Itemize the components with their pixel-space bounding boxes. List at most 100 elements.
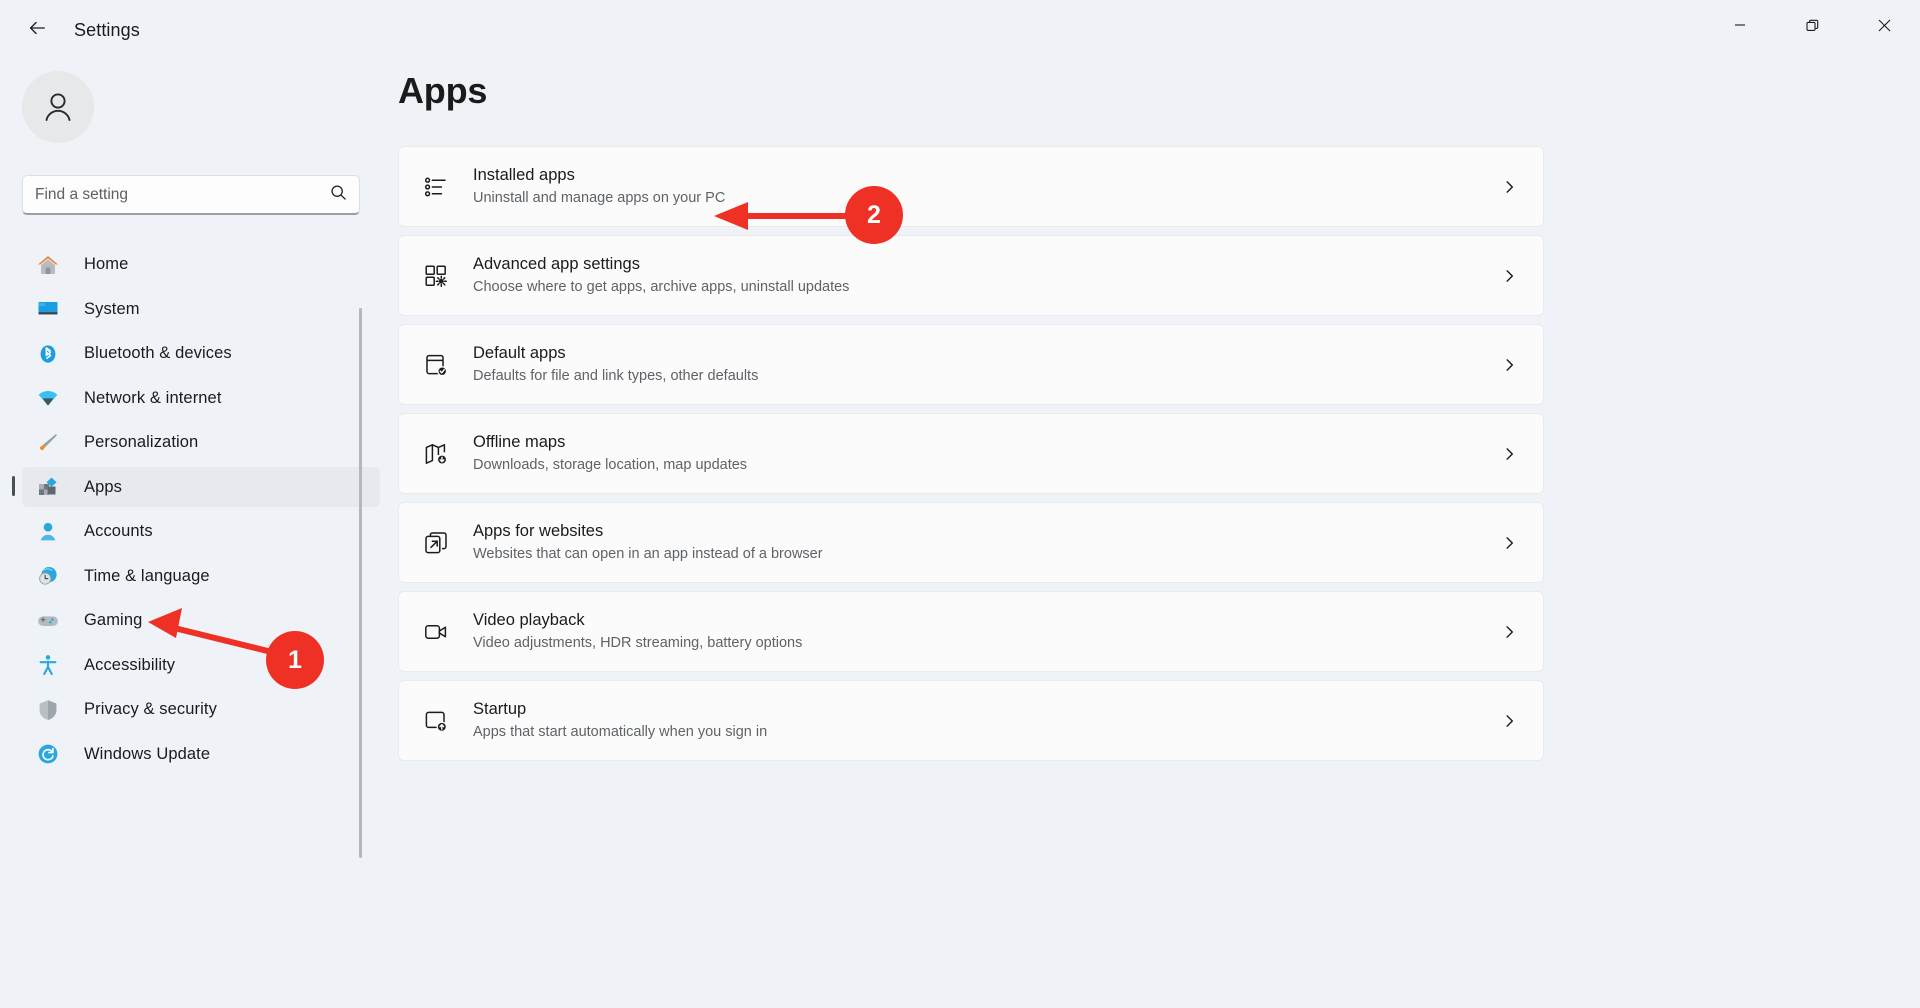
card-text: Advanced app settings Choose where to ge…	[473, 253, 849, 297]
window-check-icon	[421, 350, 451, 380]
card-title: Default apps	[473, 342, 758, 364]
minimize-icon	[1734, 19, 1746, 31]
sidebar-item-label: Windows Update	[84, 745, 210, 764]
sidebar-item-label: Gaming	[84, 611, 142, 630]
sidebar-item-label: Privacy & security	[84, 700, 217, 719]
bluetooth-icon	[34, 340, 62, 368]
sidebar-scrollbar[interactable]	[359, 308, 362, 858]
gamepad-icon	[34, 607, 62, 635]
sidebar: Home System	[0, 60, 398, 1008]
sidebar-item-home[interactable]: Home	[22, 245, 380, 285]
minimize-button[interactable]	[1704, 0, 1776, 50]
chevron-right-icon	[1502, 624, 1517, 639]
window-title: Settings	[74, 20, 140, 41]
card-text: Apps for websites Websites that can open…	[473, 520, 823, 564]
sidebar-item-apps[interactable]: Apps	[22, 467, 380, 507]
sidebar-item-accessibility[interactable]: Accessibility	[22, 645, 380, 685]
sidebar-item-system[interactable]: System	[22, 289, 380, 329]
sidebar-item-bluetooth-devices[interactable]: Bluetooth & devices	[22, 334, 380, 374]
window-controls	[1704, 0, 1920, 50]
card-subtitle: Choose where to get apps, archive apps, …	[473, 277, 849, 298]
sidebar-item-privacy-security[interactable]: Privacy & security	[22, 690, 380, 730]
app-gear-icon	[421, 261, 451, 291]
card-subtitle: Defaults for file and link types, other …	[473, 366, 758, 387]
card-title: Advanced app settings	[473, 253, 849, 275]
paintbrush-icon	[34, 429, 62, 457]
user-avatar-icon	[39, 88, 77, 126]
clock-globe-icon	[34, 562, 62, 590]
card-title: Startup	[473, 698, 767, 720]
search-input[interactable]	[35, 186, 330, 204]
card-apps-for-websites[interactable]: Apps for websites Websites that can open…	[398, 502, 1544, 583]
card-title: Installed apps	[473, 164, 725, 186]
close-button[interactable]	[1848, 0, 1920, 50]
chevron-right-icon	[1502, 357, 1517, 372]
sidebar-item-label: Network & internet	[84, 389, 222, 408]
card-text: Startup Apps that start automatically wh…	[473, 698, 767, 742]
card-advanced-app-settings[interactable]: Advanced app settings Choose where to ge…	[398, 235, 1544, 316]
avatar[interactable]	[22, 71, 94, 143]
card-subtitle: Video adjustments, HDR streaming, batter…	[473, 633, 802, 654]
map-download-icon	[421, 439, 451, 469]
sidebar-nav: Home System	[0, 240, 398, 1008]
chevron-right-icon	[1502, 268, 1517, 283]
chevron-right-icon	[1502, 179, 1517, 194]
search-icon	[330, 184, 347, 206]
external-link-icon	[421, 528, 451, 558]
annotation-badge-2: 2	[845, 186, 903, 244]
sidebar-item-label: System	[84, 300, 140, 319]
settings-window: Settings	[0, 0, 1920, 1008]
card-text: Video playback Video adjustments, HDR st…	[473, 609, 802, 653]
annotation-badge-1: 1	[266, 631, 324, 689]
card-text: Installed apps Uninstall and manage apps…	[473, 164, 725, 208]
page-title: Apps	[398, 70, 487, 112]
card-video-playback[interactable]: Video playback Video adjustments, HDR st…	[398, 591, 1544, 672]
settings-card-list: Installed apps Uninstall and manage apps…	[398, 146, 1548, 769]
chevron-right-icon	[1502, 713, 1517, 728]
sidebar-item-label: Home	[84, 255, 128, 274]
back-button[interactable]	[14, 10, 60, 50]
home-icon	[34, 251, 62, 279]
sidebar-item-label: Accessibility	[84, 656, 175, 675]
restore-icon	[1806, 19, 1819, 32]
card-default-apps[interactable]: Default apps Defaults for file and link …	[398, 324, 1544, 405]
sidebar-item-accounts[interactable]: Accounts	[22, 512, 380, 552]
card-title: Video playback	[473, 609, 802, 631]
sidebar-item-label: Accounts	[84, 522, 153, 541]
sidebar-item-label: Apps	[84, 478, 122, 497]
card-text: Offline maps Downloads, storage location…	[473, 431, 747, 475]
card-title: Offline maps	[473, 431, 747, 453]
main-content: Apps Installed apps Uninstall and manage…	[398, 60, 1920, 1008]
card-startup[interactable]: Startup Apps that start automatically wh…	[398, 680, 1544, 761]
shield-icon	[34, 696, 62, 724]
card-subtitle: Websites that can open in an app instead…	[473, 544, 823, 565]
sidebar-item-personalization[interactable]: Personalization	[22, 423, 380, 463]
sidebar-item-label: Bluetooth & devices	[84, 344, 232, 363]
sidebar-item-network-internet[interactable]: Network & internet	[22, 378, 380, 418]
chevron-right-icon	[1502, 535, 1517, 550]
card-subtitle: Uninstall and manage apps on your PC	[473, 188, 725, 209]
card-installed-apps[interactable]: Installed apps Uninstall and manage apps…	[398, 146, 1544, 227]
card-offline-maps[interactable]: Offline maps Downloads, storage location…	[398, 413, 1544, 494]
sidebar-item-label: Personalization	[84, 433, 198, 452]
title-bar: Settings	[0, 0, 1920, 60]
card-title: Apps for websites	[473, 520, 823, 542]
restore-button[interactable]	[1776, 0, 1848, 50]
bulleted-list-icon	[421, 172, 451, 202]
sidebar-item-time-language[interactable]: Time & language	[22, 556, 380, 596]
sidebar-item-label: Time & language	[84, 567, 210, 586]
chevron-right-icon	[1502, 446, 1517, 461]
back-arrow-icon	[26, 17, 48, 44]
update-refresh-icon	[34, 740, 62, 768]
wifi-icon	[34, 384, 62, 412]
card-subtitle: Downloads, storage location, map updates	[473, 455, 747, 476]
apps-icon	[34, 473, 62, 501]
sidebar-item-gaming[interactable]: Gaming	[22, 601, 380, 641]
card-text: Default apps Defaults for file and link …	[473, 342, 758, 386]
close-icon	[1878, 19, 1891, 32]
accessibility-person-icon	[34, 651, 62, 679]
sidebar-item-windows-update[interactable]: Windows Update	[22, 734, 380, 774]
account-person-icon	[34, 518, 62, 546]
search-box[interactable]	[22, 175, 360, 215]
system-monitor-icon	[34, 295, 62, 323]
